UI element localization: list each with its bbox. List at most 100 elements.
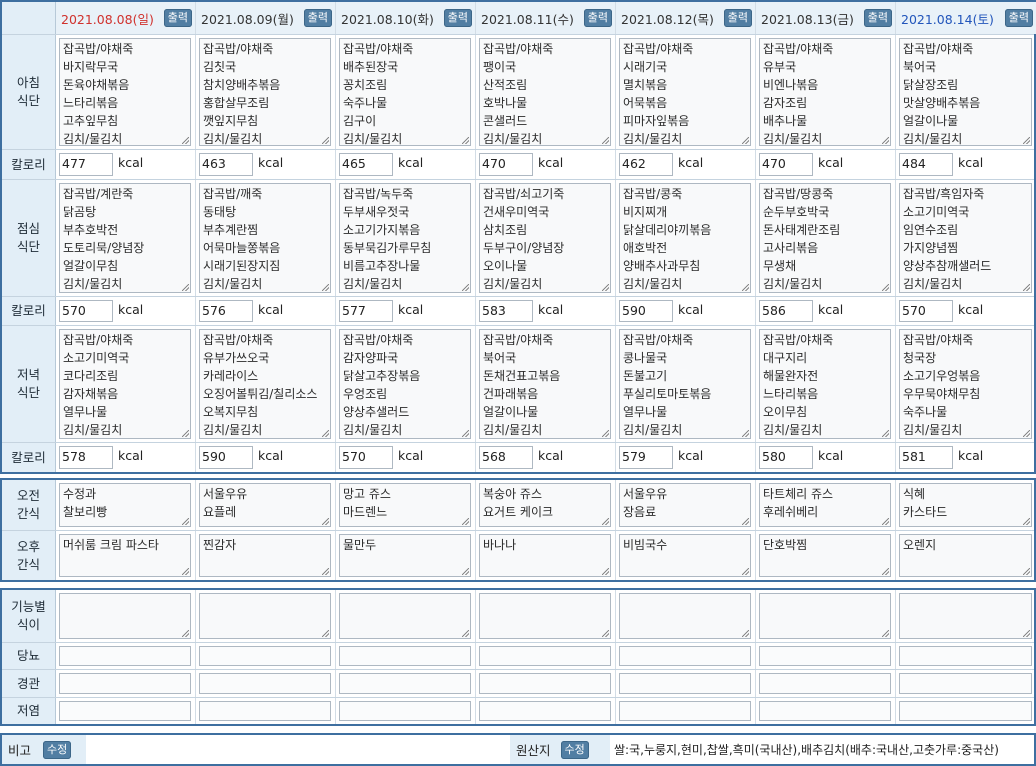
calorie-input[interactable]: 579 xyxy=(619,446,673,469)
calorie-input[interactable]: 570 xyxy=(899,300,953,322)
diet-input[interactable] xyxy=(899,701,1032,721)
menu-textarea[interactable]: 잡곡밥/녹두죽 두부새우젓국 소고기가지볶음 동부묵김가루무침 비름고추장나물 … xyxy=(339,183,471,293)
menu-textarea[interactable]: 잡곡밥/야채죽 배추된장국 꽁치조림 숙주나물 김구이 김치/물김치 xyxy=(339,38,471,146)
diet-input[interactable] xyxy=(759,646,891,666)
diet-input[interactable] xyxy=(479,673,611,694)
menu-textarea[interactable]: 잡곡밥/야채죽 유부가쓰오국 카레라이스 오징어볼튀김/칠리소스 오복지무침 김… xyxy=(199,329,331,439)
calorie-input[interactable]: 570 xyxy=(59,300,113,322)
calorie-input[interactable]: 570 xyxy=(339,446,393,469)
menu-textarea[interactable]: 잡곡밥/계란죽 닭곰탕 부추호박전 도토리묵/양념장 얼갈이무침 김치/물김치 xyxy=(59,183,191,293)
diet-input[interactable] xyxy=(199,673,331,694)
calorie-input[interactable]: 590 xyxy=(619,300,673,322)
menu-textarea[interactable]: 바나나 xyxy=(479,534,611,577)
menu-textarea[interactable]: 찐감자 xyxy=(199,534,331,577)
diet-input[interactable] xyxy=(619,701,751,721)
diet-textarea[interactable] xyxy=(479,593,611,639)
note-input[interactable] xyxy=(86,735,510,764)
menu-textarea[interactable]: 잡곡밥/땅콩죽 순두부호박국 돈사태계란조림 고사리볶음 무생채 김치/물김치 xyxy=(759,183,891,293)
menu-textarea[interactable]: 잡곡밥/야채죽 청국장 소고기우엉볶음 우무묵야채무침 숙주나물 김치/물김치 xyxy=(899,329,1032,439)
print-button[interactable]: 출력 xyxy=(443,9,472,27)
calorie-input[interactable]: 568 xyxy=(479,446,533,469)
print-button[interactable]: 출력 xyxy=(1004,9,1033,27)
calorie-input[interactable]: 576 xyxy=(199,300,253,322)
calorie-input[interactable]: 581 xyxy=(899,446,953,469)
calorie-input[interactable]: 463 xyxy=(199,153,253,176)
diet-input[interactable] xyxy=(899,673,1032,694)
diet-input[interactable] xyxy=(339,646,471,666)
menu-textarea[interactable]: 오렌지 xyxy=(899,534,1032,577)
menu-textarea[interactable]: 머쉬룸 크림 파스타 xyxy=(59,534,191,577)
menu-textarea[interactable]: 잡곡밥/야채죽 북어국 돈채건표고볶음 건파래볶음 얼갈이나물 김치/물김치 xyxy=(479,329,611,439)
menu-textarea[interactable]: 비빔국수 xyxy=(619,534,751,577)
diet-textarea[interactable] xyxy=(199,593,331,639)
diet-input[interactable] xyxy=(199,701,331,721)
diet-input[interactable] xyxy=(619,673,751,694)
menu-textarea[interactable]: 잡곡밥/흑임자죽 소고기미역국 임연수조림 가지양념찜 양상추참깨샐러드 김치/… xyxy=(899,183,1032,293)
calorie-input[interactable]: 470 xyxy=(759,153,813,176)
note-edit-button[interactable]: 수정 xyxy=(43,740,72,759)
print-button[interactable]: 출력 xyxy=(863,9,892,27)
calorie-input[interactable]: 590 xyxy=(199,446,253,469)
calorie-input[interactable]: 484 xyxy=(899,153,953,176)
menu-textarea[interactable]: 단호박찜 xyxy=(759,534,891,577)
calorie-input[interactable]: 462 xyxy=(619,153,673,176)
menu-textarea[interactable]: 서울우유 장음료 xyxy=(619,483,751,527)
day-cell xyxy=(616,698,756,724)
menu-textarea[interactable]: 서울우유 요플레 xyxy=(199,483,331,527)
menu-textarea[interactable]: 잡곡밥/야채죽 바지락무국 돈육야채볶음 느타리볶음 고추잎무침 김치/물김치 xyxy=(59,38,191,146)
menu-textarea[interactable]: 잡곡밥/깨죽 동태탕 부추계란찜 어묵마늘쫑볶음 시래기된장지짐 김치/물김치 xyxy=(199,183,331,293)
menu-textarea[interactable]: 잡곡밥/야채죽 김칫국 참치양배추볶음 홍합살무조림 깻잎지무침 김치/물김치 xyxy=(199,38,331,146)
day-cell xyxy=(476,590,616,642)
diet-input[interactable] xyxy=(759,701,891,721)
diet-input[interactable] xyxy=(479,646,611,666)
calorie-input[interactable]: 477 xyxy=(59,153,113,176)
menu-textarea[interactable]: 잡곡밥/야채죽 북어국 닭살장조림 맛살양배추볶음 얼갈이나물 김치/물김치 xyxy=(899,38,1032,146)
menu-textarea[interactable]: 식혜 카스타드 xyxy=(899,483,1032,527)
menu-textarea[interactable]: 수정과 찰보리빵 xyxy=(59,483,191,527)
diet-textarea[interactable] xyxy=(619,593,751,639)
diet-textarea[interactable] xyxy=(759,593,891,639)
menu-textarea[interactable]: 잡곡밥/야채죽 소고기미역국 코다리조림 감자채볶음 열무나물 김치/물김치 xyxy=(59,329,191,439)
diet-input[interactable] xyxy=(59,673,191,694)
origin-edit-button[interactable]: 수정 xyxy=(560,740,589,759)
diet-input[interactable] xyxy=(899,646,1032,666)
diet-input[interactable] xyxy=(199,646,331,666)
print-button[interactable]: 출력 xyxy=(303,9,332,27)
menu-textarea[interactable]: 잡곡밥/야채죽 대구지리 해물완자전 느타리볶음 오이무침 김치/물김치 xyxy=(759,329,891,439)
diet-input[interactable] xyxy=(59,701,191,721)
diet-textarea[interactable] xyxy=(59,593,191,639)
print-button[interactable]: 출력 xyxy=(723,9,752,27)
calorie-input[interactable]: 580 xyxy=(759,446,813,469)
day-cell: 잡곡밥/야채죽 팽이국 산적조림 호박나물 콘샐러드 김치/물김치 xyxy=(476,35,616,149)
menu-textarea[interactable]: 타트체리 쥬스 후레쉬베리 xyxy=(759,483,891,527)
menu-textarea[interactable]: 잡곡밥/야채죽 콩나물국 돈불고기 푸실리토마토볶음 열무나물 김치/물김치 xyxy=(619,329,751,439)
diet-input[interactable] xyxy=(339,701,471,721)
date-label: 2021.08.11(수) xyxy=(481,11,574,27)
menu-textarea[interactable]: 잡곡밥/야채죽 감자양파국 닭살고추장볶음 우엉조림 양상추샐러드 김치/물김치 xyxy=(339,329,471,439)
diet-textarea[interactable] xyxy=(339,593,471,639)
calorie-input[interactable]: 470 xyxy=(479,153,533,176)
menu-textarea[interactable]: 복숭아 쥬스 요거트 케이크 xyxy=(479,483,611,527)
menu-textarea[interactable]: 잡곡밥/야채죽 시래기국 멸치볶음 어묵볶음 피마자잎볶음 김치/물김치 xyxy=(619,38,751,146)
diet-input[interactable] xyxy=(339,673,471,694)
calorie-input[interactable]: 465 xyxy=(339,153,393,176)
diet-input[interactable] xyxy=(59,646,191,666)
date-header-cell: 2021.08.11(수) 출력 xyxy=(476,2,616,34)
menu-textarea[interactable]: 잡곡밥/쇠고기죽 건새우미역국 삼치조림 두부구이/양념장 오이나물 김치/물김… xyxy=(479,183,611,293)
print-button[interactable]: 출력 xyxy=(163,9,192,27)
calorie-input[interactable]: 583 xyxy=(479,300,533,322)
menu-textarea[interactable]: 잡곡밥/콩죽 비지찌개 닭살데리야끼볶음 애호박전 양배추사과무침 김치/물김치 xyxy=(619,183,751,293)
diet-input[interactable] xyxy=(619,646,751,666)
calorie-input[interactable]: 586 xyxy=(759,300,813,322)
diet-input[interactable] xyxy=(759,673,891,694)
print-button[interactable]: 출력 xyxy=(583,9,612,27)
menu-textarea[interactable]: 물만두 xyxy=(339,534,471,577)
calorie-input[interactable]: 578 xyxy=(59,446,113,469)
menu-textarea[interactable]: 잡곡밥/야채죽 유부국 비엔나볶음 감자조림 배추나물 김치/물김치 xyxy=(759,38,891,146)
diet-textarea[interactable] xyxy=(899,593,1032,639)
kcal-unit: kcal xyxy=(398,448,424,463)
menu-textarea[interactable]: 잡곡밥/야채죽 팽이국 산적조림 호박나물 콘샐러드 김치/물김치 xyxy=(479,38,611,146)
calorie-input[interactable]: 577 xyxy=(339,300,393,322)
menu-textarea[interactable]: 망고 쥬스 마드렌느 xyxy=(339,483,471,527)
diet-input[interactable] xyxy=(479,701,611,721)
